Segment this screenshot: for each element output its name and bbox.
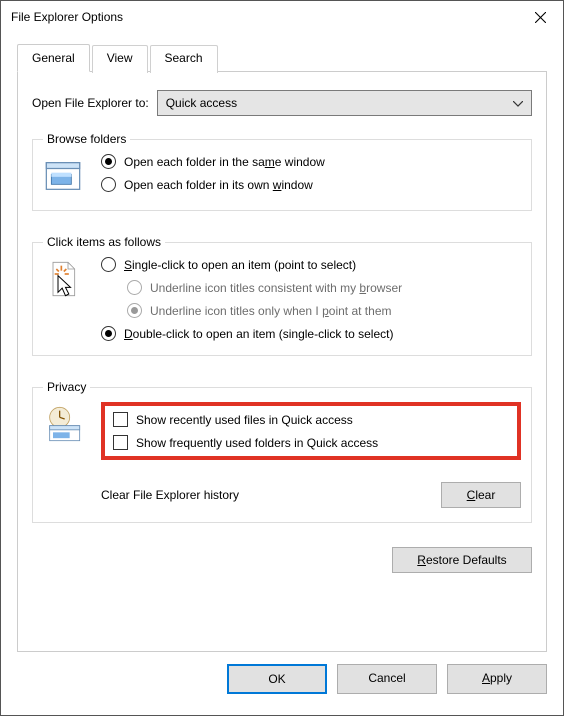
open-to-label: Open File Explorer to: — [32, 96, 149, 110]
privacy-legend: Privacy — [43, 380, 90, 394]
checkbox-icon — [113, 412, 128, 427]
radio-icon — [101, 326, 116, 341]
browse-folders-group: Browse folders Open each folder in the s… — [32, 132, 532, 211]
radio-same-window[interactable]: Open each folder in the same window — [101, 154, 521, 169]
chevron-down-icon — [513, 96, 523, 110]
close-button[interactable] — [518, 1, 563, 33]
checkbox-frequent-folders[interactable]: Show frequently used folders in Quick ac… — [113, 435, 509, 450]
clear-button[interactable]: Clear — [441, 482, 521, 508]
radio-single-click[interactable]: Single-click to open an item (point to s… — [101, 257, 521, 272]
window-title: File Explorer Options — [11, 10, 518, 24]
radio-icon — [127, 303, 142, 318]
radio-underline-browser: Underline icon titles consistent with my… — [101, 280, 521, 295]
folder-window-icon — [43, 154, 91, 196]
open-to-value: Quick access — [166, 96, 237, 110]
checkbox-recent-files[interactable]: Show recently used files in Quick access — [113, 412, 509, 427]
radio-icon — [127, 280, 142, 295]
highlight-box: Show recently used files in Quick access… — [101, 402, 521, 460]
tab-search[interactable]: Search — [150, 45, 218, 73]
restore-defaults-button[interactable]: Restore Defaults — [392, 547, 532, 573]
tab-panel-general: Open File Explorer to: Quick access Brow… — [17, 72, 547, 652]
cancel-button[interactable]: Cancel — [337, 664, 437, 694]
tab-view[interactable]: View — [92, 45, 148, 73]
radio-icon — [101, 154, 116, 169]
tab-strip: General View Search — [17, 43, 547, 72]
dialog-buttons: OK Cancel Apply — [1, 652, 563, 694]
titlebar: File Explorer Options — [1, 1, 563, 33]
radio-icon — [101, 257, 116, 272]
checkbox-icon — [113, 435, 128, 450]
radio-double-click[interactable]: Double-click to open an item (single-cli… — [101, 326, 521, 341]
click-items-group: Click items as follows Single-click to o… — [32, 235, 532, 356]
radio-icon — [101, 177, 116, 192]
history-icon — [43, 402, 91, 508]
browse-legend: Browse folders — [43, 132, 130, 146]
close-icon — [535, 12, 546, 23]
clear-history-label: Clear File Explorer history — [101, 488, 239, 502]
radio-own-window[interactable]: Open each folder in its own window — [101, 177, 521, 192]
click-legend: Click items as follows — [43, 235, 165, 249]
apply-button[interactable]: Apply — [447, 664, 547, 694]
tab-general[interactable]: General — [17, 44, 90, 72]
ok-button[interactable]: OK — [227, 664, 327, 694]
cursor-file-icon — [43, 257, 91, 341]
radio-underline-point: Underline icon titles only when I point … — [101, 303, 521, 318]
open-to-select[interactable]: Quick access — [157, 90, 532, 116]
privacy-group: Privacy Show recently used files in Quic… — [32, 380, 532, 523]
